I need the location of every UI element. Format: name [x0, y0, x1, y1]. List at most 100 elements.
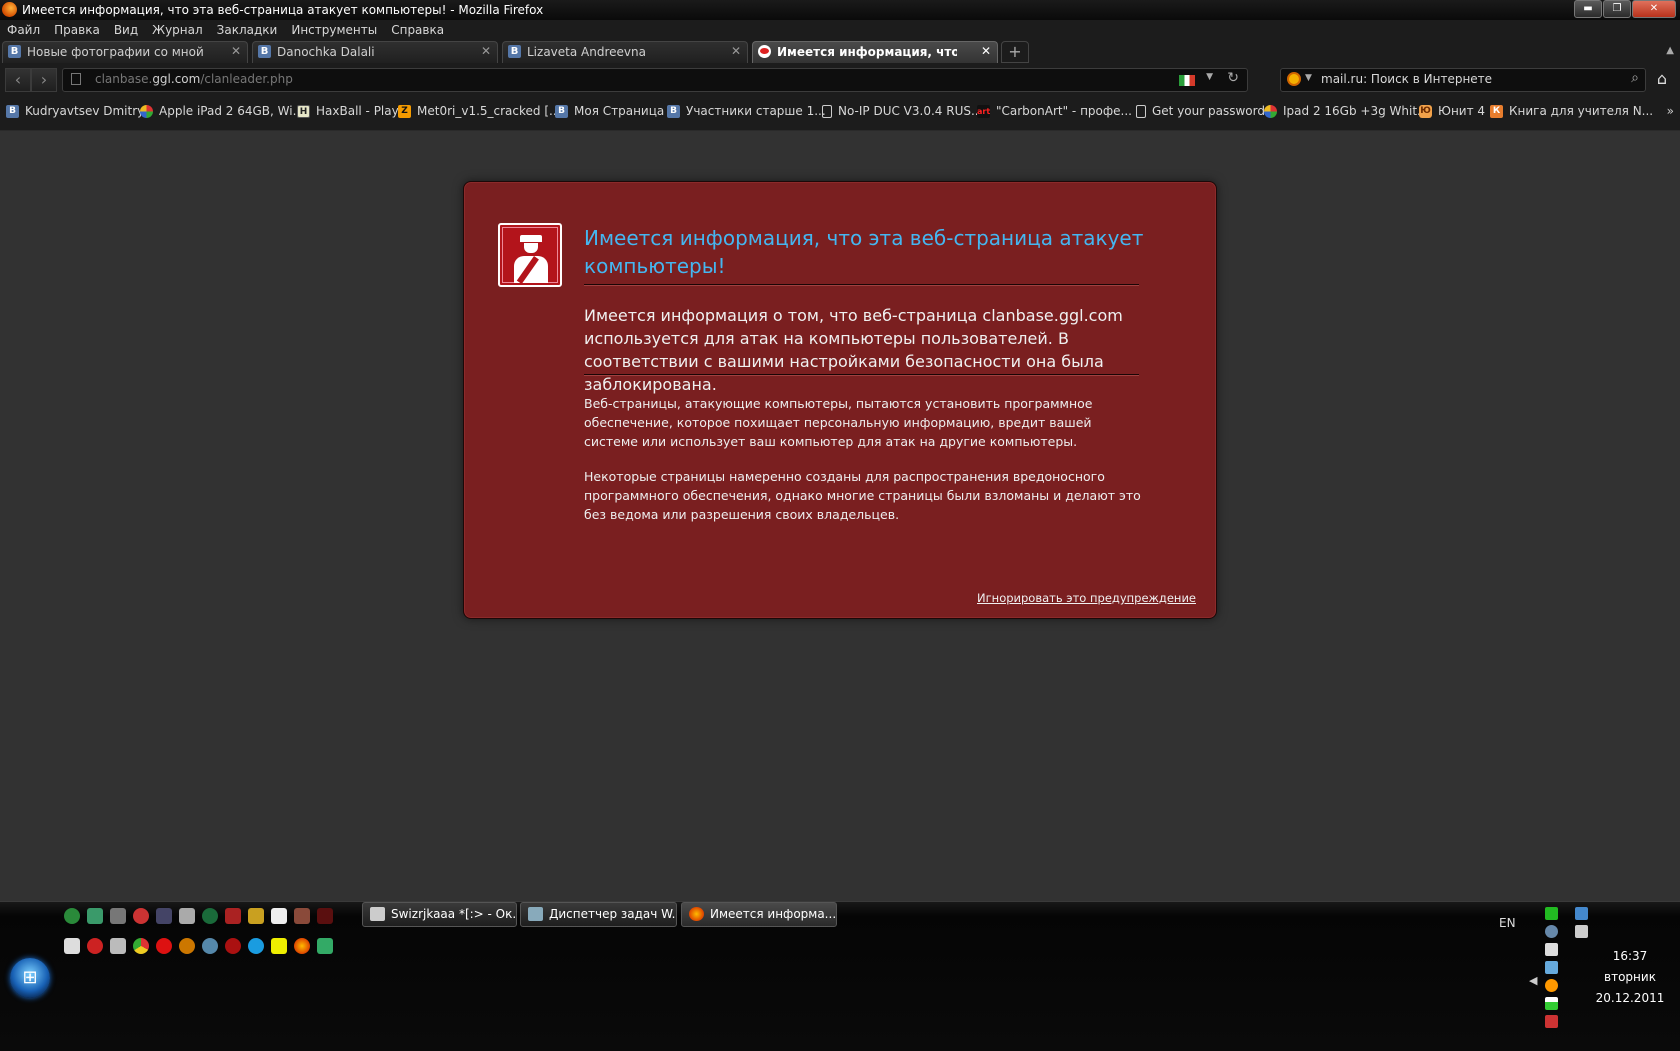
app-icon[interactable] [317, 938, 333, 954]
bookmark-item[interactable]: B Участники старше 1... [667, 104, 826, 118]
tab-lizaveta[interactable]: B Lizaveta Andreevna ✕ [502, 41, 748, 63]
back-button[interactable]: ‹ [5, 68, 31, 92]
half-life-icon[interactable] [87, 938, 103, 954]
tray-app-icon[interactable] [1545, 907, 1558, 920]
half-life-icon[interactable] [225, 938, 241, 954]
app-icon[interactable] [110, 938, 126, 954]
opera-icon[interactable] [133, 908, 149, 924]
search-bar[interactable]: ▼ mail.ru: Поиск в Интернете ⌕ [1280, 68, 1646, 92]
bookmark-item[interactable]: B Моя Страница [555, 104, 664, 118]
game-icon[interactable] [179, 908, 195, 924]
vk-icon: B [8, 45, 21, 58]
start-button[interactable]: ⊞ [10, 958, 50, 998]
app-icon[interactable] [202, 938, 218, 954]
bookmark-item[interactable]: art "CarbonArt" - профе... [977, 104, 1132, 118]
tab-close-icon[interactable]: ✕ [731, 44, 741, 58]
bookmark-item[interactable]: No-IP DUC V3.0.4 RUS... [822, 104, 982, 118]
game-icon[interactable] [317, 908, 333, 924]
language-indicator[interactable]: EN [1499, 916, 1516, 930]
tab-label: Имеется информация, что эта ве... [777, 45, 957, 59]
page-icon [822, 104, 832, 118]
game-icon[interactable] [179, 938, 195, 954]
url-bar[interactable]: clanbase.ggl.com/clanleader.php ▼ ↻ [62, 68, 1248, 92]
bookmark-label: "CarbonArt" - профе... [996, 104, 1132, 118]
url-text[interactable]: clanbase.ggl.com/clanleader.php [95, 72, 293, 86]
url-dropdown-icon[interactable]: ▼ [1206, 72, 1213, 82]
maximize-button[interactable]: ❐ [1603, 0, 1631, 18]
forward-button[interactable]: › [31, 68, 57, 92]
network-icon[interactable] [1575, 907, 1588, 920]
taskbar-button-task-manager[interactable]: Диспетчер задач W... [520, 902, 677, 927]
app-icon[interactable] [156, 908, 172, 924]
bookmark-label: Участники старше 1... [686, 104, 826, 118]
bookmark-item[interactable]: К Книга для учителя N... [1490, 104, 1653, 118]
paint-icon[interactable] [110, 908, 126, 924]
tray-app-icon[interactable] [1545, 925, 1558, 938]
menu-edit[interactable]: Правка [47, 20, 107, 41]
app-icon[interactable] [248, 908, 264, 924]
tab-danochka[interactable]: B Danochka Dalali ✕ [252, 41, 498, 63]
game-icon[interactable] [225, 908, 241, 924]
minimize-button[interactable]: ▬ [1574, 0, 1602, 18]
tab-close-icon[interactable]: ✕ [981, 44, 991, 58]
menu-help[interactable]: Справка [384, 20, 451, 41]
xbox-icon[interactable] [202, 908, 218, 924]
close-window-button[interactable]: ✕ [1632, 0, 1676, 18]
search-engine-icon[interactable] [1287, 72, 1301, 86]
menu-tools[interactable]: Инструменты [284, 20, 384, 41]
bookmark-label: Книга для учителя N... [1509, 104, 1654, 118]
tray-app-icon[interactable] [1545, 979, 1558, 992]
tab-attack-warning[interactable]: Имеется информация, что эта ве... ✕ [752, 41, 998, 63]
game-icon[interactable] [294, 908, 310, 924]
search-icon[interactable]: ⌕ [1631, 70, 1639, 86]
bookmark-label: No-IP DUC V3.0.4 RUS... [838, 104, 983, 118]
system-clock[interactable]: 16:37 вторник 20.12.2011 [1590, 946, 1670, 1009]
tray-app-icon[interactable] [1545, 997, 1558, 1010]
ignore-warning-link[interactable]: Игнорировать это предупреждение [977, 591, 1196, 605]
bookmark-item[interactable]: Ю Юнит 4 [1419, 104, 1485, 118]
reload-icon[interactable]: ↻ [1227, 70, 1239, 86]
search-engine-dropdown-icon[interactable]: ▼ [1305, 73, 1312, 83]
bookmark-item[interactable]: Z Met0ri_v1.5_cracked [... [398, 104, 560, 118]
menu-bar: Файл Правка Вид Журнал Закладки Инструменты Сп… [0, 20, 1680, 41]
bookmark-item[interactable]: B Kudryavtsev Dmitry [6, 104, 144, 118]
home-button[interactable]: ⌂ [1650, 68, 1674, 90]
attack-site-icon [498, 223, 562, 287]
bookmark-label: Kudryavtsev Dmitry [25, 104, 145, 118]
menu-file[interactable]: Файл [0, 20, 47, 41]
book-icon: К [1490, 104, 1503, 118]
menu-view[interactable]: Вид [107, 20, 145, 41]
menu-history[interactable]: Журнал [145, 20, 210, 41]
utorrent-icon[interactable] [64, 908, 80, 924]
tab-close-icon[interactable]: ✕ [231, 44, 241, 58]
firefox-icon[interactable] [294, 938, 310, 954]
volume-icon[interactable] [1575, 925, 1588, 938]
bookmark-item[interactable]: Apple iPad 2 64GB, Wi... [140, 104, 304, 118]
page-icon [71, 73, 81, 85]
tray-app-icon[interactable] [1545, 1015, 1558, 1028]
window-controls: ▬ ❐ ✕ [1573, 0, 1676, 18]
app-icon[interactable] [87, 908, 103, 924]
show-hidden-icons[interactable]: ◀ [1529, 974, 1537, 987]
bookmark-item[interactable]: H HaxBall - Play [297, 104, 399, 118]
document-icon[interactable] [271, 908, 287, 924]
search-input[interactable]: mail.ru: Поиск в Интернете [1321, 72, 1492, 86]
tab-new-photos[interactable]: B Новые фотографии со мной ✕ [2, 41, 248, 63]
app-icon[interactable] [64, 938, 80, 954]
warning-title: Имеется информация, что эта веб-страница… [584, 226, 1144, 278]
bookmarks-overflow-icon[interactable]: » [1667, 104, 1674, 118]
tab-close-icon[interactable]: ✕ [481, 44, 491, 58]
app-icon[interactable] [271, 938, 287, 954]
taskbar-button-firefox[interactable]: Имеется информа... [681, 902, 837, 927]
bookmark-item[interactable]: Ipad 2 16Gb +3g Whit... [1264, 104, 1428, 118]
skype-icon[interactable] [248, 938, 264, 954]
tab-list-icon[interactable]: ▲ [1666, 45, 1674, 56]
tray-app-icon[interactable] [1545, 961, 1558, 974]
chrome-icon[interactable] [133, 938, 149, 954]
opera-icon[interactable] [156, 938, 172, 954]
menu-bookmarks[interactable]: Закладки [210, 20, 285, 41]
taskbar-button-skype-chat[interactable]: Swizrjkaaa *[:> - Ок... [362, 902, 517, 927]
tray-app-icon[interactable] [1545, 943, 1558, 956]
new-tab-button[interactable]: + [1001, 41, 1029, 63]
bookmark-item[interactable]: Get your password [1136, 104, 1265, 118]
